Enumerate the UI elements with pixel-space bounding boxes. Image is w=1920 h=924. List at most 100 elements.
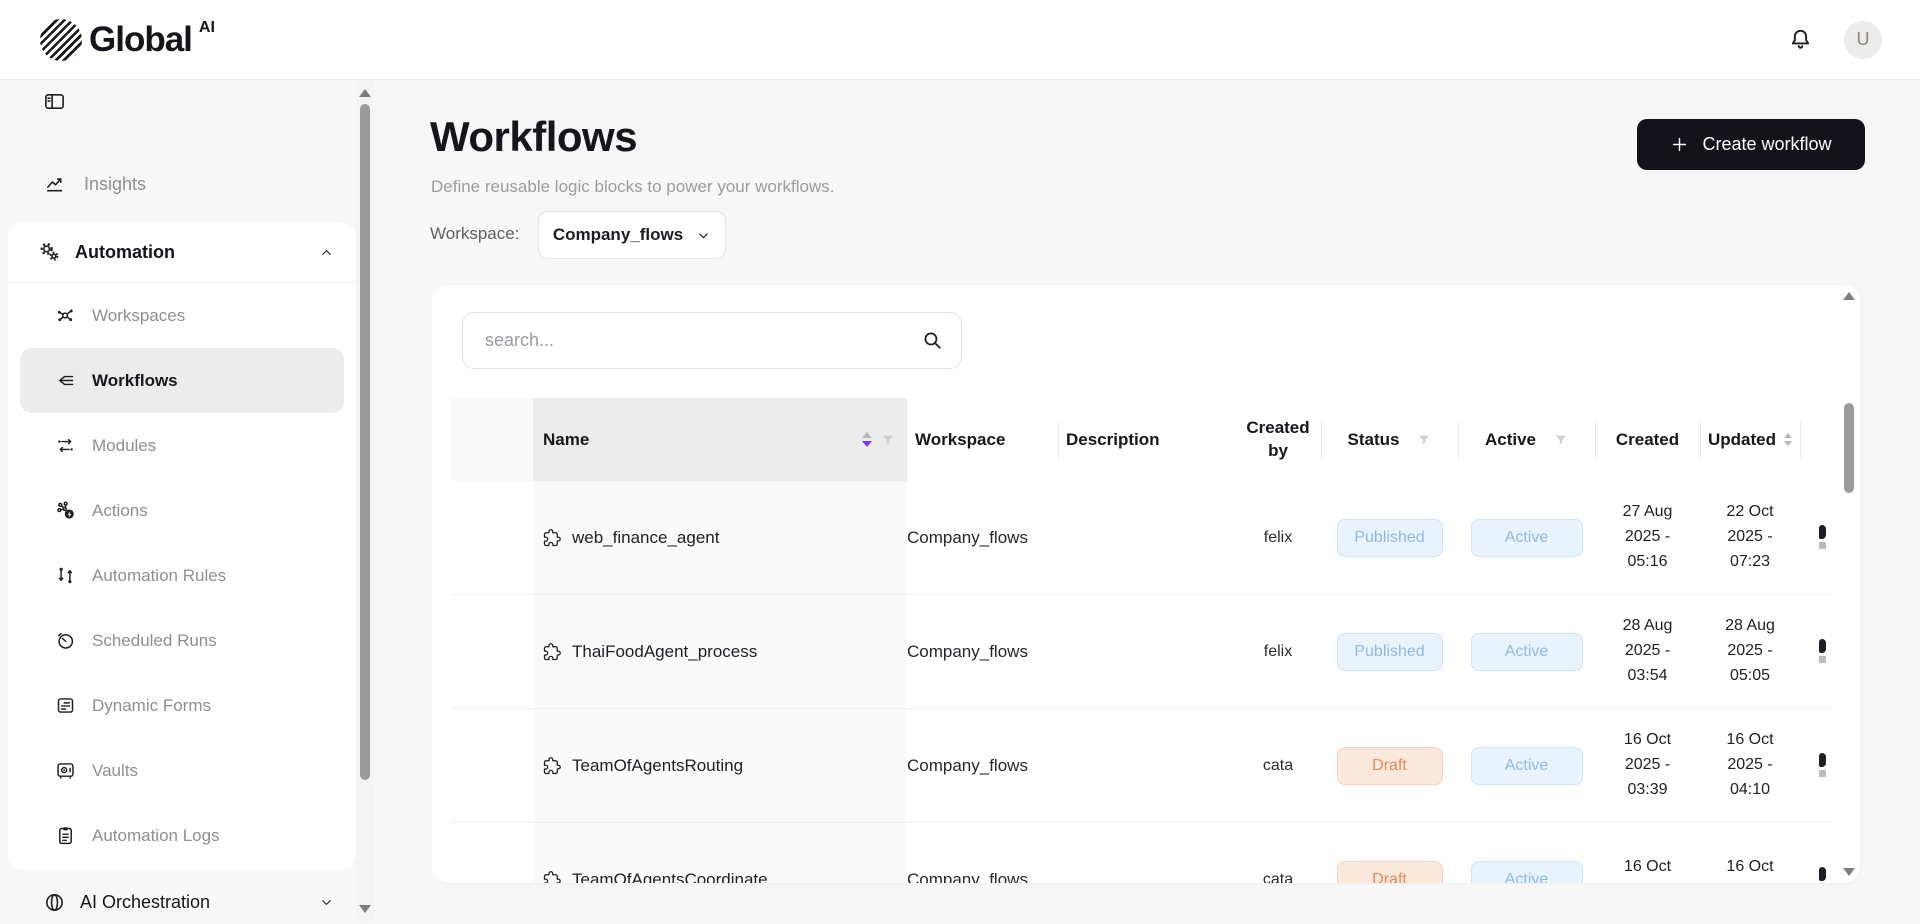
sidebar-toggle-button[interactable] <box>43 90 66 113</box>
sort-desc-icon <box>862 441 872 447</box>
table-scrollbar-thumb[interactable] <box>1844 403 1854 493</box>
row-cell-workspace: Company_flows <box>907 481 1058 594</box>
filter-funnel-icon[interactable] <box>881 433 895 447</box>
automation-logs-icon <box>55 825 76 846</box>
sort-icon[interactable] <box>862 432 872 447</box>
scroll-down-arrow-icon[interactable] <box>1843 868 1855 876</box>
sidebar-item-vaults[interactable]: Vaults <box>20 738 344 803</box>
sidebar-scrollbar[interactable] <box>356 80 374 922</box>
logo-mark-icon <box>40 19 82 61</box>
automation-rules-icon <box>55 565 76 586</box>
row-cell-active: Active <box>1458 823 1595 883</box>
sidebar-item-actions[interactable]: Actions <box>20 478 344 543</box>
sidebar-item-automation-rules[interactable]: Automation Rules <box>20 543 344 608</box>
insights-icon <box>45 173 67 195</box>
table-row[interactable]: ThaiFoodAgent_process Company_flows feli… <box>451 595 1832 709</box>
sort-icon[interactable] <box>1784 433 1792 446</box>
row-cell-actions[interactable] <box>1800 595 1832 708</box>
filter-funnel-icon[interactable] <box>1417 433 1431 447</box>
sidebar-item-insights[interactable]: Insights <box>0 162 356 206</box>
row-cell-active: Active <box>1458 709 1595 822</box>
scroll-up-arrow-icon[interactable] <box>1843 292 1855 300</box>
sidebar-item-automation[interactable]: Automation <box>8 222 356 283</box>
column-label: Status <box>1348 430 1400 450</box>
row-cell-workspace: Company_flows <box>907 595 1058 708</box>
row-cell-name[interactable]: TeamOfAgentsCoordinate <box>533 823 907 883</box>
row-cell-created: 16 Oct 2025 - 03:39 <box>1595 709 1700 822</box>
workspace-select[interactable]: Company_flows <box>538 211 726 259</box>
row-cell-status: Published <box>1321 481 1458 594</box>
sidebar-item-modules[interactable]: Modules <box>20 413 344 478</box>
header-cell-updated[interactable]: Updated <box>1700 398 1800 481</box>
ai-orchestration-icon <box>43 891 66 914</box>
automation-icon <box>38 241 61 264</box>
header-cell-status: Status <box>1321 398 1458 481</box>
search-box <box>462 312 962 369</box>
status-badge: Draft <box>1337 747 1443 785</box>
notifications-button[interactable] <box>1787 26 1814 53</box>
sidebar-scrollbar-thumb[interactable] <box>360 104 370 780</box>
scroll-down-arrow-icon[interactable] <box>359 905 371 913</box>
sidebar-item-ai-orchestration[interactable]: AI Orchestration <box>0 880 356 924</box>
workflows-table: Name Workspace Descriptio <box>451 398 1832 883</box>
table-row[interactable]: web_finance_agent Company_flows felix Pu… <box>451 481 1832 595</box>
active-badge: Active <box>1471 633 1583 671</box>
row-cell-created-by: felix <box>1235 595 1321 708</box>
sidebar-item-workspaces[interactable]: Workspaces <box>20 283 344 348</box>
row-actions-icon[interactable] <box>1817 867 1831 883</box>
scroll-up-arrow-icon[interactable] <box>359 89 371 97</box>
column-label: Workspace <box>915 430 1005 450</box>
row-cell-name[interactable]: web_finance_agent <box>533 481 907 594</box>
sidebar-item-dynamic-forms[interactable]: Dynamic Forms <box>20 673 344 738</box>
sidebar-item-scheduled-runs[interactable]: Scheduled Runs <box>20 608 344 673</box>
sidebar-item-label: Dynamic Forms <box>92 696 211 716</box>
row-actions-icon[interactable] <box>1817 753 1831 779</box>
updated-date: 28 Aug 2025 - 05:05 <box>1714 614 1786 688</box>
sidebar-item-label: AI Orchestration <box>80 892 210 913</box>
column-label: Created by <box>1235 417 1321 463</box>
sort-desc-icon <box>1784 441 1792 446</box>
row-cell-empty <box>451 595 533 708</box>
created-date: 28 Aug 2025 - 03:54 <box>1612 614 1684 688</box>
row-cell-actions[interactable] <box>1800 481 1832 594</box>
sidebar-item-label: Scheduled Runs <box>92 631 217 651</box>
sidebar-item-label: Automation <box>75 242 175 263</box>
row-cell-workspace: Company_flows <box>907 709 1058 822</box>
search-input[interactable] <box>462 312 962 369</box>
active-badge: Active <box>1471 861 1583 883</box>
dynamic-forms-icon <box>55 695 76 716</box>
row-cell-active: Active <box>1458 481 1595 594</box>
avatar[interactable]: U <box>1844 21 1882 59</box>
row-cell-active: Active <box>1458 595 1595 708</box>
row-cell-actions[interactable] <box>1800 709 1832 822</box>
row-cell-updated: 22 Oct 2025 - 07:23 <box>1700 481 1800 594</box>
table-row[interactable]: TeamOfAgentsRouting Company_flows cata D… <box>451 709 1832 823</box>
row-actions-icon[interactable] <box>1817 525 1831 551</box>
brand-name: Global <box>89 18 192 62</box>
table-scrollbar[interactable] <box>1842 285 1856 883</box>
row-cell-status: Draft <box>1321 709 1458 822</box>
create-workflow-button[interactable]: Create workflow <box>1637 119 1865 170</box>
header-cell-empty <box>451 398 533 481</box>
row-cell-name[interactable]: ThaiFoodAgent_process <box>533 595 907 708</box>
chevron-up-icon <box>319 245 334 260</box>
filter-funnel-icon[interactable] <box>1554 433 1568 447</box>
row-cell-actions[interactable] <box>1800 823 1832 883</box>
avatar-initial: U <box>1857 29 1870 50</box>
workflow-name: ThaiFoodAgent_process <box>572 642 757 662</box>
search-icon[interactable] <box>920 328 945 353</box>
table-row[interactable]: TeamOfAgentsCoordinate Company_flows cat… <box>451 823 1832 883</box>
row-cell-created-by: felix <box>1235 481 1321 594</box>
sidebar-item-workflows[interactable]: Workflows <box>20 348 344 413</box>
sidebar-item-automation-logs[interactable]: Automation Logs <box>20 803 344 868</box>
active-badge: Active <box>1471 747 1583 785</box>
row-actions-icon[interactable] <box>1817 639 1831 665</box>
chevron-down-icon <box>696 228 711 243</box>
row-cell-created: 27 Aug 2025 - 05:16 <box>1595 481 1700 594</box>
row-cell-name[interactable]: TeamOfAgentsRouting <box>533 709 907 822</box>
sort-asc-icon <box>862 432 872 438</box>
chevron-down-icon <box>319 895 334 910</box>
header-cell-name[interactable]: Name <box>533 398 907 481</box>
row-cell-description <box>1058 823 1235 883</box>
brand-logo[interactable]: Global AI <box>40 18 215 62</box>
